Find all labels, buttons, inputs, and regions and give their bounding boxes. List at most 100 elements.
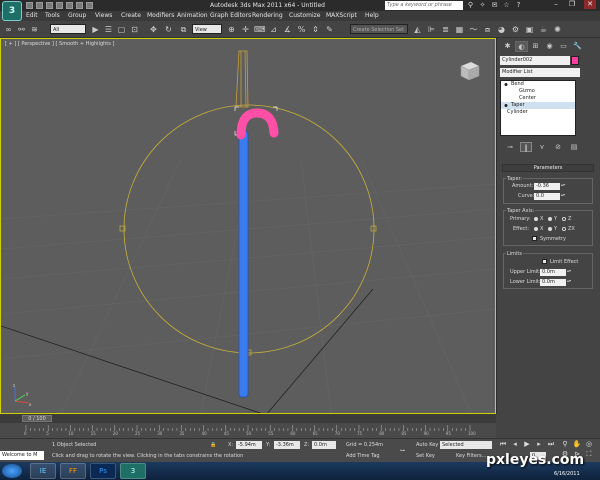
view-cube-icon[interactable]: [453, 55, 483, 85]
search-input[interactable]: Type a keyword or phrase: [385, 1, 463, 10]
show-end-result-icon[interactable]: ‖: [520, 142, 532, 152]
rectangular-selection-icon[interactable]: ▢: [116, 24, 127, 35]
taskbar-firefox-icon[interactable]: FF: [60, 463, 86, 479]
stack-bulb-icons[interactable]: [502, 81, 510, 111]
menu-customize[interactable]: Customize: [289, 12, 321, 19]
menu-modifiers[interactable]: Modifiers: [147, 12, 174, 19]
pin-stack-icon[interactable]: ⊸: [504, 142, 516, 152]
subscription-icon[interactable]: ✧: [478, 1, 487, 10]
next-frame-icon[interactable]: ▸: [534, 440, 544, 449]
save-file-icon[interactable]: [46, 2, 53, 9]
perspective-viewport[interactable]: [ + ] [ Perspective ] [ Smooth + Highlig…: [0, 38, 496, 414]
add-time-tag[interactable]: Add Time Tag: [344, 452, 380, 460]
pan-icon[interactable]: ✋: [572, 440, 582, 449]
layer-manager-icon[interactable]: ≣: [440, 24, 451, 35]
select-manipulate-icon[interactable]: ✛: [240, 24, 251, 35]
lower-limit-spinner-icon[interactable]: ▴▾: [567, 279, 571, 286]
modify-tab-icon[interactable]: ◐: [515, 41, 528, 52]
pivot-center-icon[interactable]: ⊕: [226, 24, 237, 35]
communication-icon[interactable]: ✉: [490, 1, 499, 10]
set-key-button[interactable]: Set Key: [414, 452, 435, 460]
menu-animation[interactable]: Animation: [177, 12, 208, 19]
close-icon[interactable]: ✕: [584, 0, 596, 9]
redo-icon[interactable]: [66, 2, 73, 9]
curve-input[interactable]: 0.0: [534, 193, 560, 200]
parameters-rollout-header[interactable]: Parameters: [502, 164, 594, 172]
rendered-frame-icon[interactable]: ▣: [524, 24, 535, 35]
new-file-icon[interactable]: [26, 2, 33, 9]
maximize-viewport-icon[interactable]: ⛶: [584, 450, 594, 459]
menu-edit[interactable]: Edit: [26, 12, 38, 19]
render-setup-icon[interactable]: ⚙: [510, 24, 521, 35]
menu-help[interactable]: Help: [365, 12, 379, 19]
limit-effect-checkbox[interactable]: [542, 259, 547, 264]
stack-item-bend[interactable]: Bend: [501, 81, 575, 88]
menu-rendering[interactable]: Rendering: [252, 12, 283, 19]
set-key-icon[interactable]: ⊶: [398, 447, 405, 455]
y-coord-input[interactable]: -3.36m: [274, 441, 300, 449]
maxscript-listener[interactable]: Welcome to M: [0, 451, 44, 460]
effect-y-radio[interactable]: [548, 227, 552, 231]
schematic-view-icon[interactable]: ⧈: [482, 24, 493, 35]
stack-item-gizmo[interactable]: Gizmo: [501, 88, 575, 95]
menu-graph-editors[interactable]: Graph Editors: [210, 12, 251, 19]
percent-snap-icon[interactable]: %: [296, 24, 307, 35]
keyboard-shortcut-icon[interactable]: ⌨: [254, 24, 266, 35]
modifier-stack[interactable]: Bend Gizmo Center Taper Cylinder: [500, 80, 576, 136]
link-icon[interactable]: ∞: [3, 24, 14, 35]
modifier-list-dropdown[interactable]: Modifier List: [500, 68, 580, 77]
primary-z-radio[interactable]: [562, 217, 566, 221]
app-logo-icon[interactable]: 3: [2, 1, 22, 21]
taskbar-ie-icon[interactable]: IE: [30, 463, 56, 479]
project-folder-icon[interactable]: [76, 2, 83, 9]
effect-xy-radio[interactable]: [562, 227, 566, 231]
material-editor-icon[interactable]: ◕: [496, 24, 507, 35]
previous-frame-icon[interactable]: ◂: [510, 440, 520, 449]
curve-editor-icon[interactable]: 〜: [468, 24, 479, 35]
rotate-icon[interactable]: ↻: [163, 24, 174, 35]
help-icon[interactable]: ?: [514, 1, 523, 10]
time-slider-track[interactable]: 0 / 100: [0, 414, 496, 423]
menu-create[interactable]: Create: [121, 12, 141, 19]
x-coord-input[interactable]: -5.94m: [236, 441, 262, 449]
angle-snap-icon[interactable]: ∡: [282, 24, 293, 35]
bind-space-warp-icon[interactable]: ≋: [29, 24, 40, 35]
primary-y-radio[interactable]: [548, 217, 552, 221]
restore-icon[interactable]: ❐: [566, 0, 578, 9]
edit-named-selection-icon[interactable]: ✎: [324, 24, 335, 35]
start-button[interactable]: [2, 464, 22, 478]
undo-icon[interactable]: [56, 2, 63, 9]
lock-selection-icon[interactable]: 🔒: [208, 441, 216, 449]
time-slider-thumb[interactable]: 0 / 100: [22, 415, 52, 422]
cane-shaft[interactable]: [238, 130, 249, 398]
select-by-name-icon[interactable]: ☰: [103, 24, 114, 35]
taskbar-photoshop-icon[interactable]: Ps: [90, 463, 116, 479]
mirror-icon[interactable]: ◭: [412, 24, 423, 35]
stack-item-cylinder[interactable]: Cylinder: [501, 109, 575, 116]
object-name-input[interactable]: Cylinder002: [500, 56, 570, 65]
graphite-ribbon-icon[interactable]: ▦: [454, 24, 465, 35]
display-tab-icon[interactable]: ▭: [557, 41, 570, 52]
spinner-snap-icon[interactable]: ⇕: [310, 24, 321, 35]
amount-input[interactable]: -0.36: [534, 183, 560, 190]
object-color-swatch[interactable]: [571, 56, 579, 65]
utilities-tab-icon[interactable]: 🔧: [571, 41, 584, 52]
create-tab-icon[interactable]: ✱: [501, 41, 514, 52]
lower-limit-input[interactable]: 0.0m: [540, 279, 566, 286]
select-object-icon[interactable]: ▶: [90, 24, 101, 35]
open-file-icon[interactable]: [36, 2, 43, 9]
make-unique-icon[interactable]: ⋎: [536, 142, 548, 152]
quick-access-dropdown-icon[interactable]: [86, 2, 93, 9]
window-crossing-icon[interactable]: ⊡: [129, 24, 140, 35]
goto-end-icon[interactable]: ⏭: [546, 440, 556, 449]
orbit-icon[interactable]: ◎: [584, 440, 594, 449]
zoom-icon[interactable]: ⚲: [560, 440, 570, 449]
named-selection-dropdown[interactable]: Create Selection Set: [350, 24, 408, 34]
hierarchy-tab-icon[interactable]: ⊞: [529, 41, 542, 52]
configure-sets-icon[interactable]: ▤: [568, 142, 580, 152]
amount-spinner-icon[interactable]: ▴▾: [561, 183, 565, 190]
key-mode-dropdown[interactable]: Selected: [440, 441, 492, 449]
stack-item-center[interactable]: Center: [501, 95, 575, 102]
track-bar[interactable]: 0 5 10 15 20 25 30 35 40 45 50 55 60 65 70 75 80 85 90 95 10…: [0, 423, 496, 438]
render-production-icon[interactable]: ☕: [538, 24, 549, 35]
